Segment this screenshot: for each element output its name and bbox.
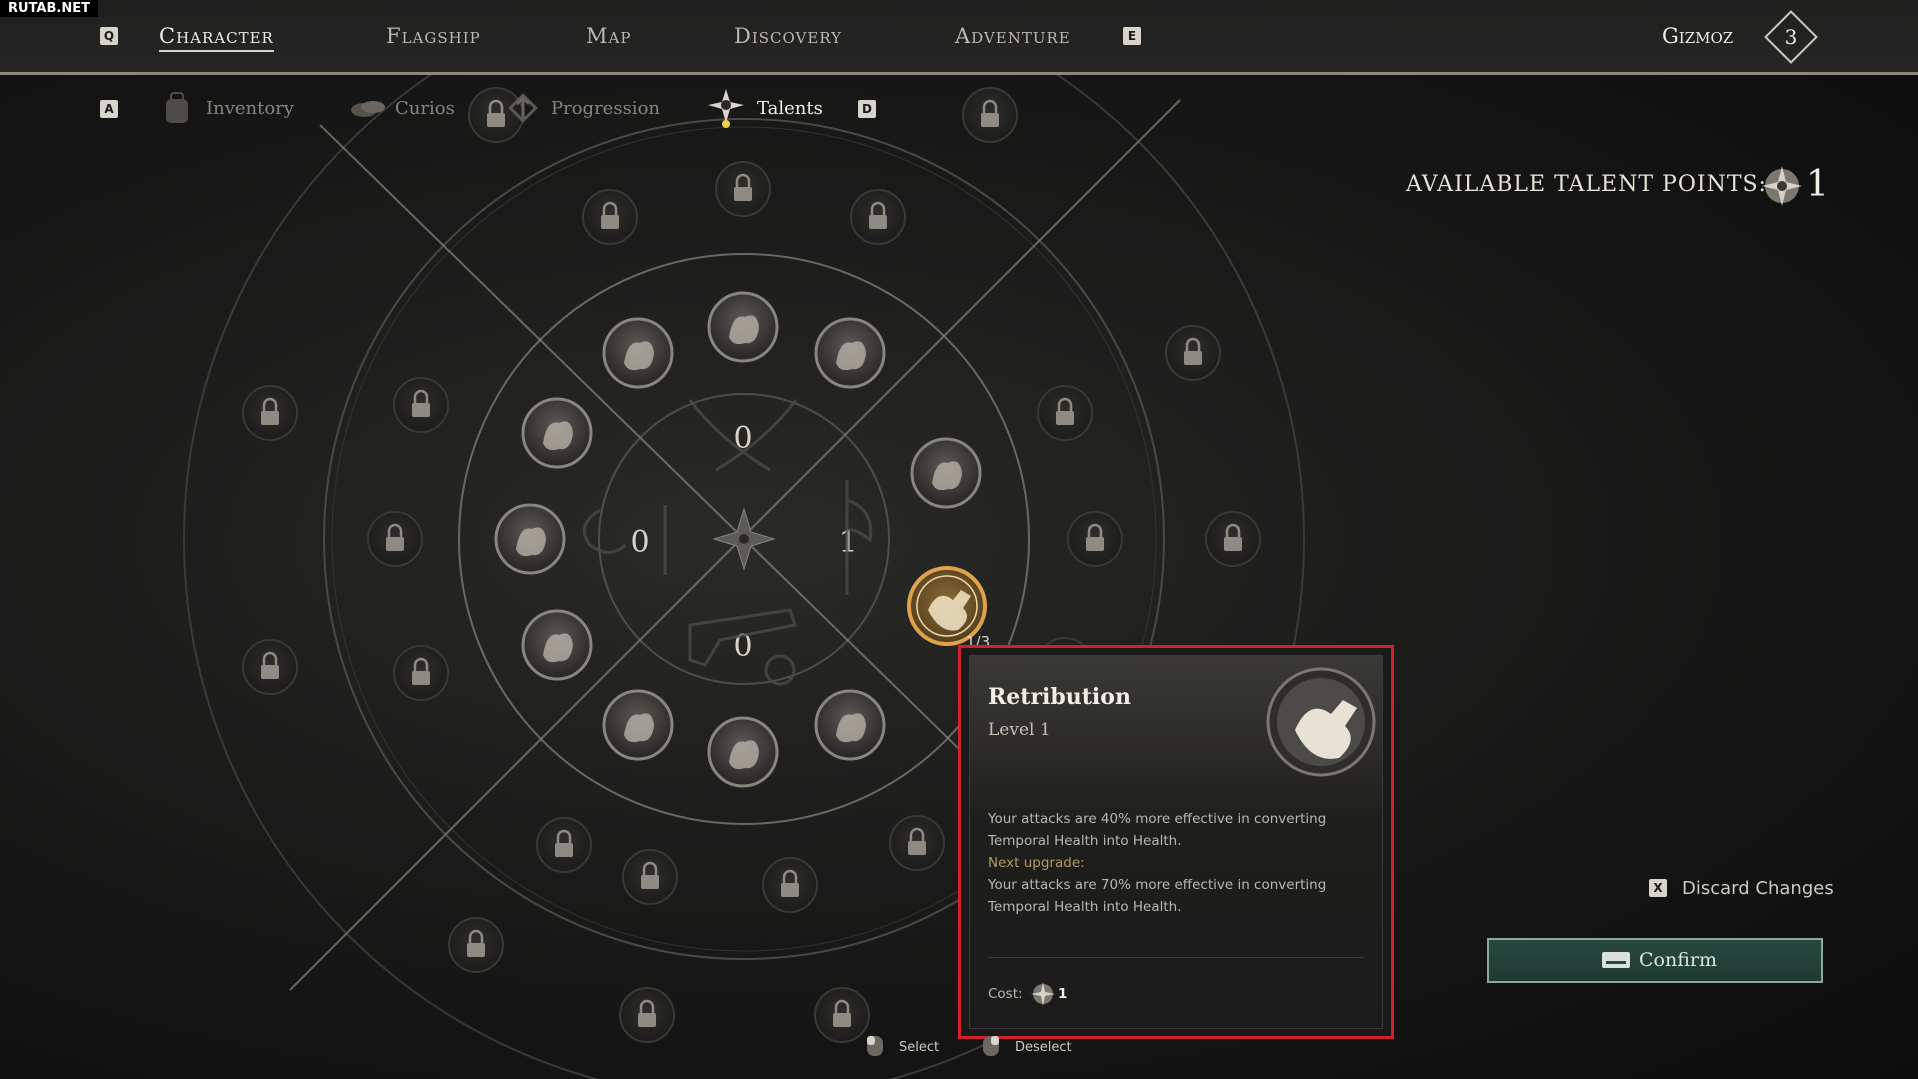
progression-icon — [508, 93, 538, 123]
retribution-icon — [1266, 667, 1376, 777]
talent-node[interactable] — [814, 689, 886, 761]
locked-talent-node[interactable] — [889, 815, 945, 871]
locked-talent-node[interactable] — [850, 189, 906, 245]
locked-talent-node[interactable] — [536, 817, 592, 873]
prev-tab-key-hint: Q — [100, 27, 118, 45]
talent-node[interactable] — [707, 716, 779, 788]
locked-talent-node[interactable] — [622, 849, 678, 905]
tooltip-next-upgrade-label: Next upgrade: — [988, 855, 1085, 871]
locked-talent-node[interactable] — [393, 645, 449, 701]
prev-subtab-key-hint: A — [100, 100, 118, 118]
tab-character[interactable]: Character — [159, 24, 274, 52]
subtab-talents[interactable]: Talents — [757, 98, 823, 119]
talents-icon — [708, 89, 744, 128]
available-talent-points-value: 1 — [1806, 164, 1829, 205]
locked-talent-node[interactable] — [242, 385, 298, 441]
tooltip-description: Your attacks are 40% more effective in c… — [988, 811, 1327, 849]
player-name: Gizmoz — [1662, 24, 1734, 48]
subtab-progression[interactable]: Progression — [551, 98, 660, 119]
mouse-right-icon — [983, 1036, 999, 1056]
locked-talent-node[interactable] — [1037, 385, 1093, 441]
locked-talent-node[interactable] — [962, 87, 1018, 143]
player-rank: 3 — [1784, 25, 1798, 49]
locked-talent-node[interactable] — [1067, 511, 1123, 567]
hook-icon — [582, 505, 667, 575]
locked-talent-node[interactable] — [619, 987, 675, 1043]
mouse-left-icon — [867, 1036, 883, 1056]
tab-flagship[interactable]: Flagship — [386, 24, 481, 48]
locked-talent-node[interactable] — [715, 161, 771, 217]
next-subtab-key-hint: D — [858, 100, 876, 118]
discard-changes-button[interactable]: Discard Changes — [1682, 878, 1834, 899]
subtab-curios[interactable]: Curios — [395, 98, 455, 119]
tab-discovery[interactable]: Discovery — [734, 24, 842, 48]
keyboard-icon — [1602, 952, 1630, 968]
discard-key-hint: X — [1649, 879, 1667, 897]
tab-adventure[interactable]: Adventure — [955, 24, 1071, 48]
confirm-button-label: Confirm — [1639, 949, 1717, 971]
talent-node[interactable] — [494, 503, 566, 575]
talent-node[interactable] — [707, 291, 779, 363]
coins-icon — [351, 101, 385, 117]
locked-talent-node[interactable] — [1165, 325, 1221, 381]
tooltip-cost-label: Cost: — [988, 986, 1023, 1002]
talent-node[interactable] — [521, 609, 593, 681]
locked-talent-node[interactable] — [393, 377, 449, 433]
locked-talent-node[interactable] — [242, 639, 298, 695]
talent-point-icon — [1762, 166, 1802, 206]
confirm-button[interactable]: Confirm — [1487, 938, 1823, 983]
talent-node[interactable] — [814, 317, 886, 389]
talent-tooltip: Retribution Level 1 Your attacks are 40%… — [969, 655, 1383, 1029]
deselect-hint: Deselect — [1015, 1040, 1072, 1055]
locked-talent-node[interactable] — [582, 189, 638, 245]
talent-node[interactable] — [602, 689, 674, 761]
locked-talent-node[interactable] — [1205, 511, 1261, 567]
tab-map[interactable]: Map — [586, 24, 631, 48]
available-talent-points-label: AVAILABLE TALENT POINTS: — [1406, 172, 1767, 197]
talent-node[interactable] — [521, 397, 593, 469]
next-tab-key-hint: E — [1123, 27, 1141, 45]
talent-tooltip-highlight: Retribution Level 1 Your attacks are 40%… — [958, 645, 1394, 1039]
top-navigation-bar: Q Character Flagship Map Discovery Adven… — [0, 0, 1918, 75]
tooltip-cost-value: 1 — [1058, 986, 1068, 1002]
select-hint: Select — [899, 1040, 940, 1055]
talent-point-icon — [1031, 982, 1055, 1006]
watermark: RUTAB.NET — [0, 0, 98, 17]
tooltip-next-description: Your attacks are 70% more effective in c… — [988, 877, 1327, 915]
quadrant-count-left: 0 — [630, 525, 649, 560]
locked-talent-node[interactable] — [762, 857, 818, 913]
subtab-inventory[interactable]: Inventory — [206, 98, 294, 119]
tooltip-divider — [988, 957, 1364, 958]
locked-talent-node[interactable] — [448, 917, 504, 973]
tooltip-title: Retribution — [988, 684, 1131, 710]
locked-talent-node[interactable] — [814, 987, 870, 1043]
locked-talent-node[interactable] — [367, 511, 423, 567]
talent-node[interactable] — [602, 317, 674, 389]
talent-node[interactable] — [910, 437, 982, 509]
backpack-icon — [166, 92, 188, 123]
tooltip-level: Level 1 — [988, 720, 1051, 740]
player-rank-badge: 3 — [1764, 10, 1818, 64]
